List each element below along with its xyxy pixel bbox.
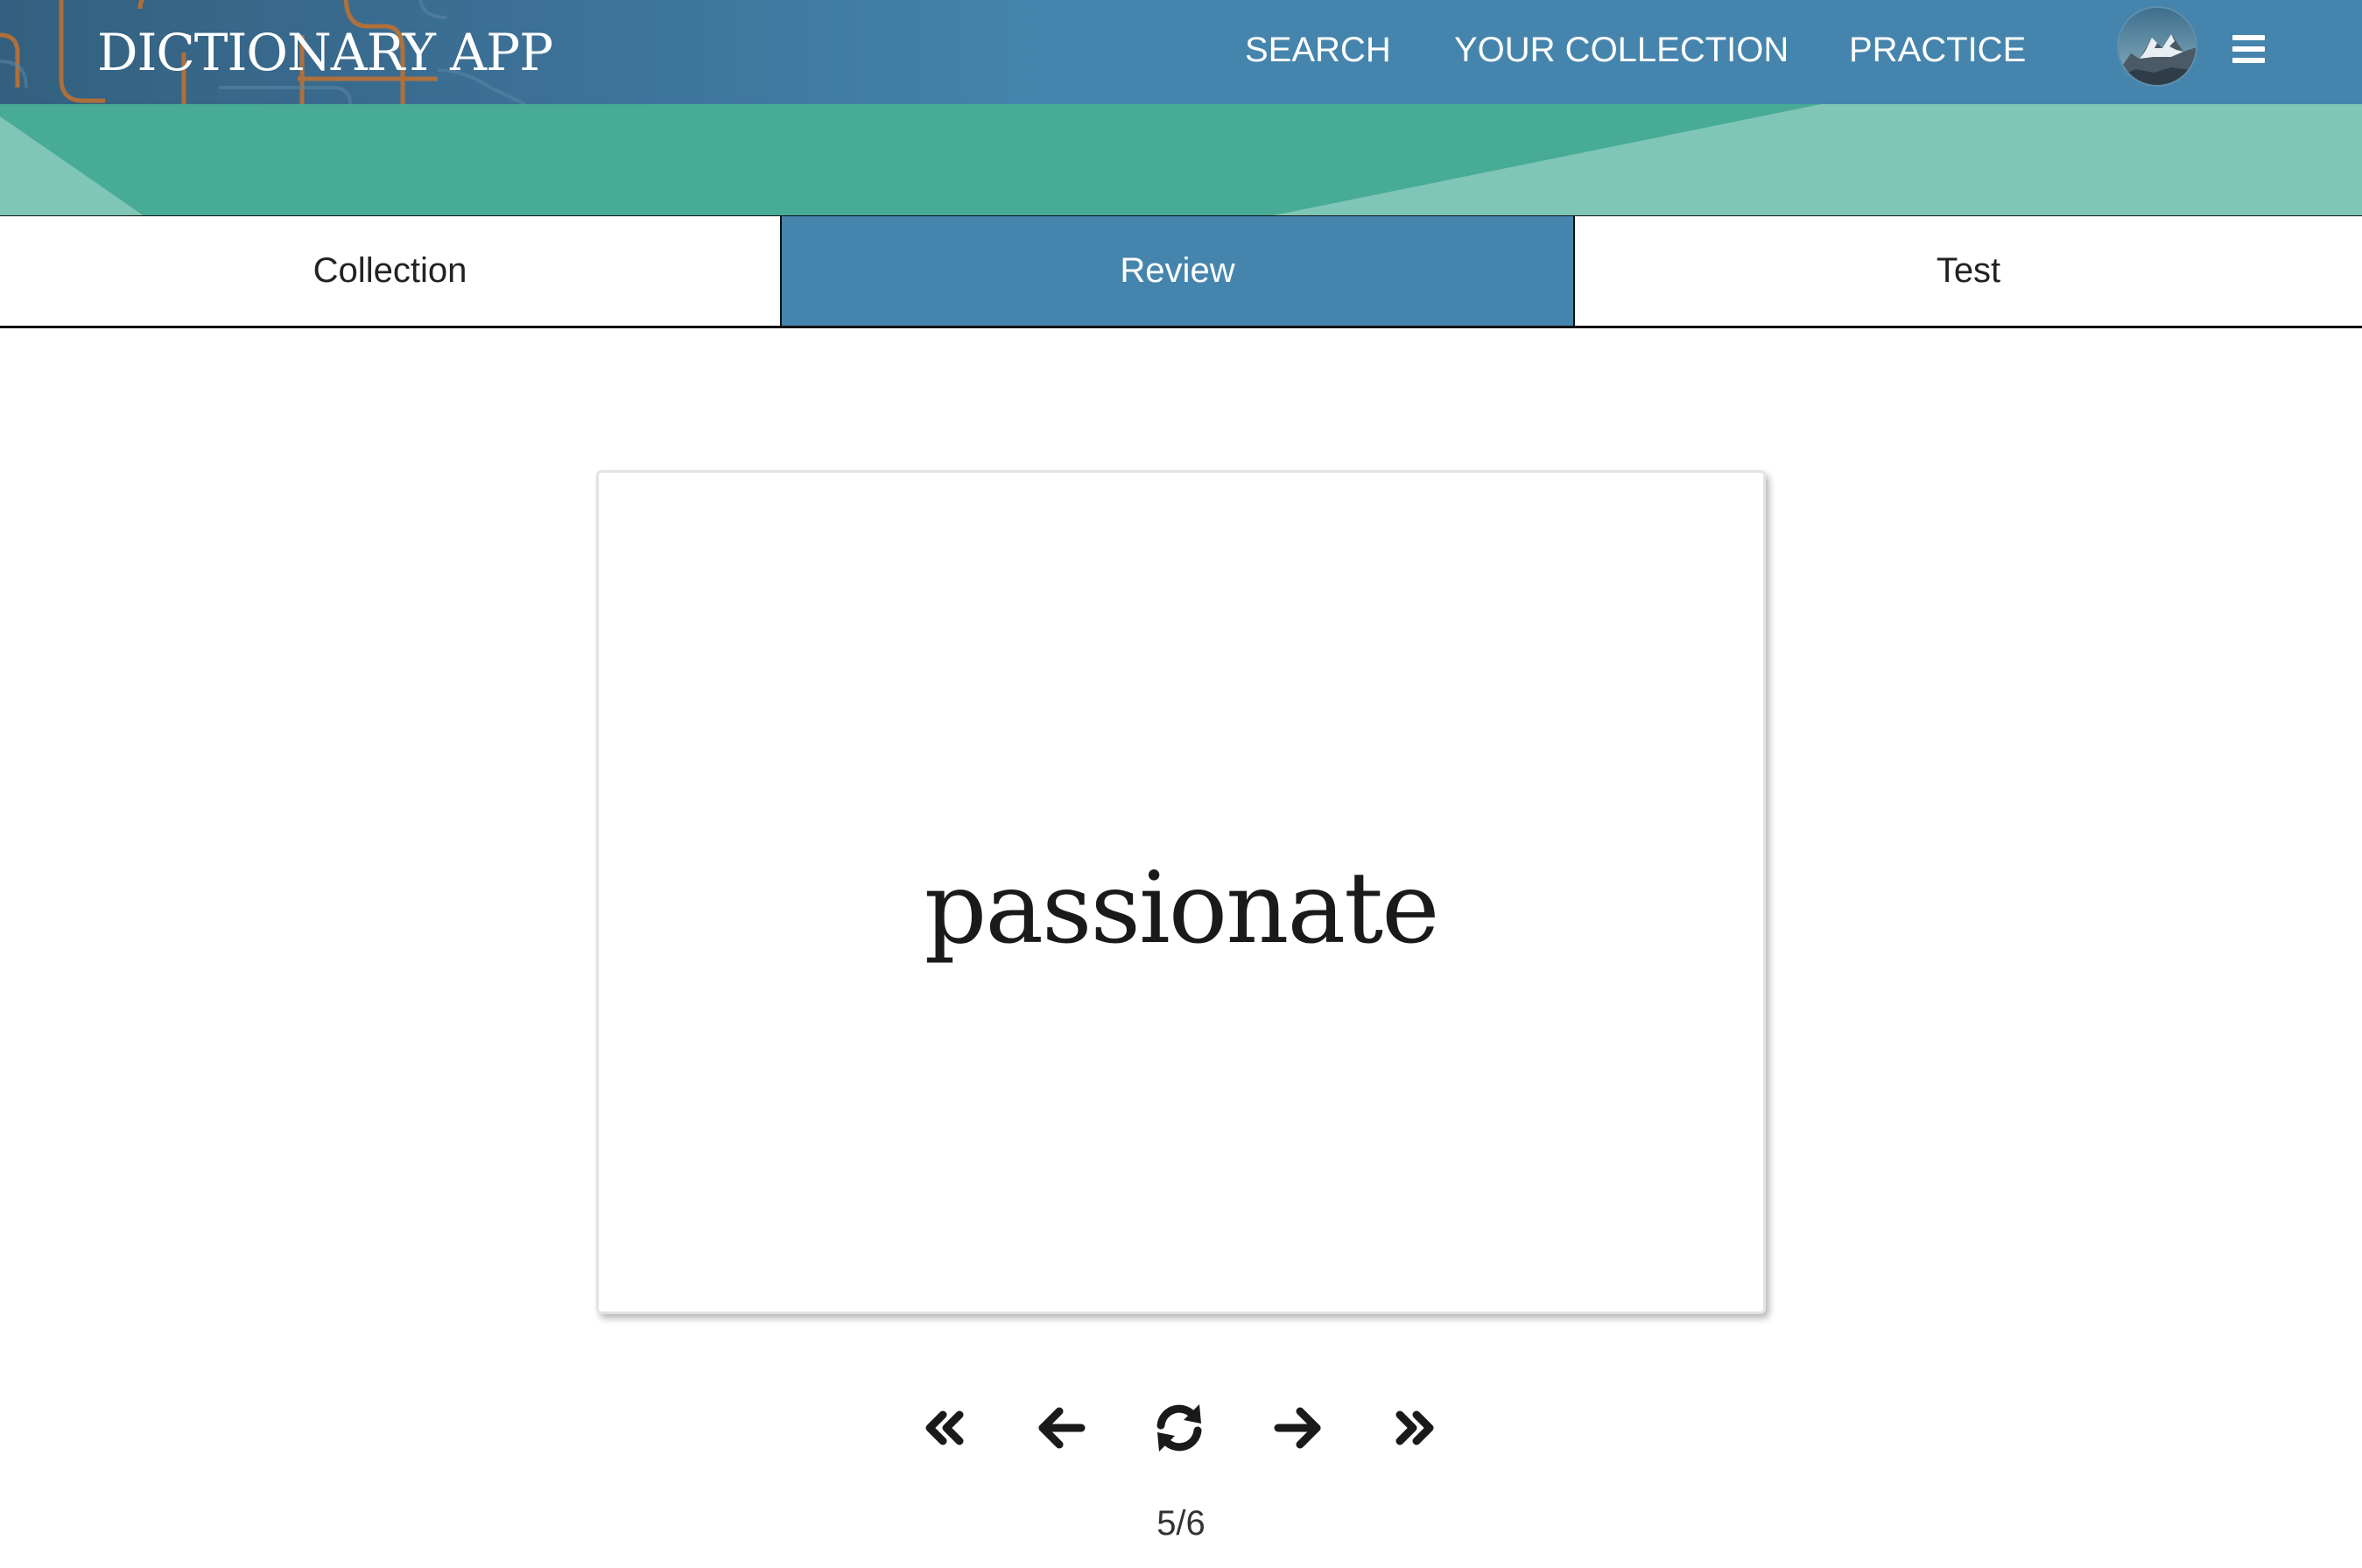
review-mode-tabs: Collection Review Test xyxy=(0,215,2362,328)
double-chevron-right-icon[interactable] xyxy=(1384,1397,1445,1459)
nav-search-link[interactable]: SEARCH xyxy=(1245,0,1391,104)
mountain-avatar-image xyxy=(2119,8,2196,85)
tab-review[interactable]: Review xyxy=(782,216,1575,326)
app-logo-title[interactable]: DICTIONARY APP xyxy=(97,18,553,88)
card-counter: 5/6 xyxy=(1156,1504,1206,1543)
refresh-icon[interactable] xyxy=(1149,1397,1210,1459)
top-navbar: DICTIONARY APP SEARCH YOUR COLLECTION PR… xyxy=(0,0,2362,104)
arrow-left-icon[interactable] xyxy=(1030,1397,1092,1459)
arrow-right-icon[interactable] xyxy=(1268,1397,1329,1459)
flashcard[interactable]: passionate xyxy=(596,470,1766,1314)
flashcard-controls xyxy=(0,1397,2362,1459)
header-band-decoration xyxy=(0,104,2362,216)
tab-collection[interactable]: Collection xyxy=(0,216,782,326)
nav-practice-link[interactable]: PRACTICE xyxy=(1849,0,2026,104)
double-chevron-left-icon[interactable] xyxy=(914,1397,975,1459)
hamburger-menu-icon[interactable] xyxy=(2229,30,2269,70)
tab-test[interactable]: Test xyxy=(1575,216,2362,326)
mountain-avatar[interactable] xyxy=(2117,6,2197,87)
nav-your-collection-link[interactable]: YOUR COLLECTION xyxy=(1454,0,1789,104)
flashcard-word: passionate xyxy=(924,852,1440,966)
